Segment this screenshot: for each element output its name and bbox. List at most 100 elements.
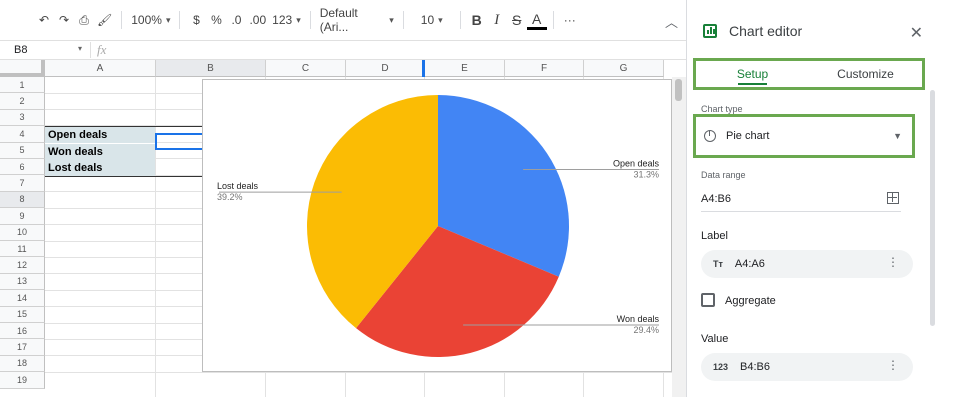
row-header[interactable]: 12 bbox=[0, 257, 45, 274]
strikethrough-button[interactable]: S bbox=[507, 8, 527, 32]
value-range-value: B4:B6 bbox=[740, 361, 770, 373]
font-select[interactable]: Default (Ari... bbox=[317, 6, 397, 34]
toolbar-divider bbox=[459, 11, 461, 29]
column-header-g[interactable]: G bbox=[584, 60, 664, 77]
chart-type-select[interactable]: Pie chart ▼ bbox=[693, 114, 915, 158]
italic-button[interactable]: I bbox=[487, 8, 507, 32]
selected-cell-b8[interactable] bbox=[155, 133, 205, 150]
table-border-bottom bbox=[45, 176, 205, 177]
row-header[interactable]: 2 bbox=[0, 93, 45, 110]
cell-a5[interactable]: Won deals bbox=[45, 143, 155, 160]
row-header[interactable]: 3 bbox=[0, 109, 45, 127]
slice-percentage: 39.2% bbox=[217, 192, 243, 202]
column-header-b[interactable]: B bbox=[156, 60, 266, 77]
slice-label: Lost deals bbox=[217, 181, 259, 191]
aggregate-checkbox[interactable] bbox=[701, 293, 715, 307]
chevron-down-icon: ▾ bbox=[77, 44, 82, 53]
column-header-a[interactable]: A bbox=[45, 60, 156, 77]
text-type-icon: Tт bbox=[713, 259, 723, 269]
row-header[interactable]: 13 bbox=[0, 273, 45, 291]
column-header-d[interactable]: D bbox=[346, 60, 425, 77]
font-size-select[interactable]: 10 bbox=[410, 8, 454, 32]
pie-chart[interactable]: Open deals 31.3% Won deals 29.4% Lost deals 3… bbox=[202, 79, 672, 372]
data-range-label: Data range bbox=[701, 170, 746, 180]
row-header[interactable]: 8 bbox=[0, 191, 45, 209]
more-options-button[interactable]: ··· bbox=[560, 8, 580, 32]
text-color-button[interactable]: A bbox=[526, 10, 547, 30]
row-header[interactable]: 16 bbox=[0, 323, 45, 340]
column-header-c[interactable]: C bbox=[266, 60, 346, 77]
toolbar-divider bbox=[402, 11, 404, 29]
zoom-select[interactable]: 100% bbox=[128, 8, 173, 32]
chart-type-label: Chart type bbox=[701, 104, 743, 114]
freeze-handle[interactable] bbox=[422, 60, 425, 77]
row-header[interactable]: 9 bbox=[0, 208, 45, 225]
column-header-e[interactable]: E bbox=[425, 60, 505, 77]
toolbar-divider bbox=[121, 11, 123, 29]
currency-format-button[interactable]: $ bbox=[186, 8, 206, 32]
gridline bbox=[155, 77, 156, 397]
row-header[interactable]: 11 bbox=[0, 241, 45, 258]
row-header[interactable]: 19 bbox=[0, 372, 45, 389]
chart-icon bbox=[703, 24, 717, 38]
row-header[interactable]: 10 bbox=[0, 224, 45, 241]
aggregate-label: Aggregate bbox=[725, 295, 776, 307]
redo-icon[interactable]: ↷ bbox=[54, 8, 74, 32]
row-header[interactable]: 5 bbox=[0, 142, 45, 159]
chart-type-value: Pie chart bbox=[726, 130, 770, 142]
value-range-chip[interactable]: 123 B4:B6 ⋮ bbox=[701, 353, 913, 381]
editor-scrollbar[interactable] bbox=[930, 90, 935, 326]
row-header[interactable]: 18 bbox=[0, 355, 45, 373]
close-icon[interactable]: ✕ bbox=[910, 23, 923, 43]
number-format-select[interactable]: 123 bbox=[269, 8, 304, 32]
chart-editor-header: Chart editor ✕ bbox=[687, 0, 941, 62]
label-section-title: Label bbox=[701, 230, 728, 242]
collapse-toolbar-icon[interactable]: ︿ bbox=[665, 12, 678, 31]
name-box[interactable]: B8 ▾ bbox=[0, 44, 90, 56]
value-section-title: Value bbox=[701, 333, 729, 345]
row-header[interactable]: 14 bbox=[0, 290, 45, 307]
tab-customize[interactable]: Customize bbox=[809, 61, 922, 87]
slice-percentage: 29.4% bbox=[633, 325, 659, 335]
select-all-corner[interactable] bbox=[0, 60, 45, 77]
scrollbar-thumb[interactable] bbox=[675, 79, 682, 101]
data-range-value: A4:B6 bbox=[701, 192, 731, 205]
function-icon: fx bbox=[90, 42, 106, 58]
number-type-icon: 123 bbox=[713, 362, 729, 372]
undo-icon[interactable]: ↶ bbox=[34, 8, 54, 32]
percent-format-button[interactable]: % bbox=[206, 8, 226, 32]
print-icon[interactable]: ⎙ bbox=[74, 8, 94, 32]
toolbar-divider bbox=[309, 11, 311, 29]
cell-a4[interactable]: Open deals bbox=[45, 127, 155, 143]
column-header-f[interactable]: F bbox=[505, 60, 584, 77]
decrease-decimal-button[interactable]: .0 bbox=[226, 8, 246, 32]
more-vert-icon[interactable]: ⋮ bbox=[887, 359, 899, 371]
slice-label: Won deals bbox=[617, 314, 660, 324]
data-range-field[interactable]: A4:B6 bbox=[701, 186, 901, 212]
bold-button[interactable]: B bbox=[467, 8, 487, 32]
pie-chart-svg: Open deals31.3% Won deals29.4% Lost deals3… bbox=[217, 95, 660, 358]
row-header[interactable]: 1 bbox=[0, 77, 45, 94]
row-header[interactable]: 4 bbox=[0, 126, 45, 143]
chart-editor-panel: Chart editor ✕ Setup Customize Chart typ… bbox=[686, 0, 941, 397]
cell-a6[interactable]: Lost deals bbox=[45, 160, 155, 176]
select-range-icon[interactable] bbox=[887, 192, 899, 204]
toolbar-divider bbox=[179, 11, 181, 29]
increase-decimal-button[interactable]: .00 bbox=[246, 8, 269, 32]
tab-setup[interactable]: Setup bbox=[696, 61, 809, 87]
row-header[interactable]: 7 bbox=[0, 175, 45, 192]
paint-format-icon[interactable]: 🖌 bbox=[94, 8, 115, 32]
label-range-value: A4:A6 bbox=[734, 258, 765, 270]
chart-editor-title: Chart editor bbox=[729, 23, 803, 39]
chevron-down-icon: ▼ bbox=[893, 131, 902, 141]
editor-tabs: Setup Customize bbox=[693, 58, 925, 90]
label-range-chip[interactable]: Tт A4:A6 ⋮ bbox=[701, 250, 913, 278]
more-vert-icon[interactable]: ⋮ bbox=[887, 256, 899, 268]
toolbar-divider bbox=[552, 11, 554, 29]
row-header[interactable]: 17 bbox=[0, 339, 45, 356]
grid-vertical-scrollbar[interactable] bbox=[672, 77, 686, 397]
cell-reference: B8 bbox=[14, 44, 28, 56]
row-header[interactable]: 15 bbox=[0, 306, 45, 323]
row-header[interactable]: 6 bbox=[0, 159, 45, 176]
slice-label: Open deals bbox=[613, 158, 660, 168]
